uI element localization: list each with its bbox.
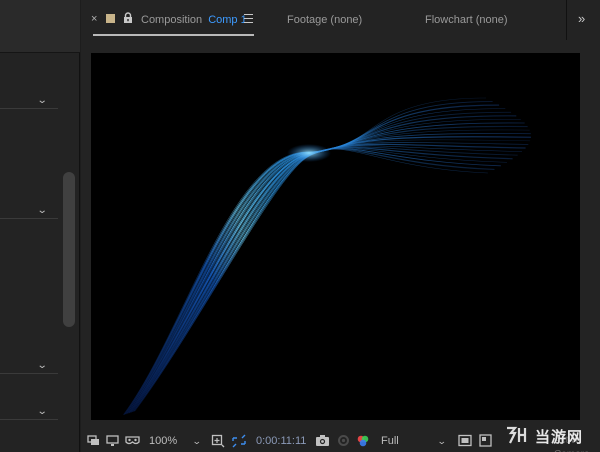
streak-highlight: [287, 144, 331, 162]
streak-line: [127, 129, 530, 414]
watermark-text: 当游网: [535, 429, 584, 446]
transparency-grid-icon[interactable]: [231, 434, 247, 448]
zoom-value: 100%: [149, 435, 178, 447]
chevron-down-icon[interactable]: ⌄: [36, 205, 47, 216]
streak-line: [125, 115, 517, 415]
chevron-down-icon[interactable]: ⌄: [192, 434, 202, 448]
property-dropdown-2[interactable]: ⌄: [0, 205, 58, 219]
color-channel-icon[interactable]: [356, 434, 370, 448]
grid-guide-icon[interactable]: [479, 434, 492, 448]
streak-line: [127, 125, 528, 414]
tab-divider: [566, 0, 567, 40]
scrollbar-thumb[interactable]: [63, 172, 75, 327]
chevron-down-icon[interactable]: ⌄: [36, 360, 47, 371]
streak-line: [128, 132, 531, 414]
region-of-interest-icon[interactable]: [211, 434, 225, 448]
streak-line: [131, 145, 523, 413]
chevron-down-icon[interactable]: ⌄: [437, 434, 447, 448]
streak-line: [133, 148, 495, 412]
chevron-down-icon[interactable]: ⌄: [36, 406, 47, 417]
always-preview-icon[interactable]: [87, 434, 100, 448]
streak-lines: [122, 97, 531, 416]
lock-icon[interactable]: [123, 12, 133, 24]
hamburger-icon[interactable]: [244, 14, 253, 23]
streak-line: [130, 143, 526, 413]
left-panel-header: [0, 0, 80, 53]
tab-composition-prefix: Composition: [141, 14, 203, 26]
streak-line: [134, 148, 488, 412]
property-dropdown-1[interactable]: ⌄: [0, 95, 58, 109]
tab-footage[interactable]: Footage (none): [287, 12, 362, 28]
more-panels-icon[interactable]: »: [578, 11, 585, 26]
property-dropdown-3[interactable]: ⌄: [0, 360, 58, 374]
current-time-display[interactable]: 0:00:11:11: [256, 434, 306, 448]
tab-flowchart[interactable]: Flowchart (none): [425, 12, 508, 28]
chevron-down-icon[interactable]: ⌄: [36, 95, 47, 106]
snapshot-icon[interactable]: [315, 434, 330, 448]
mask-view-icon[interactable]: [125, 434, 140, 448]
streak-line: [130, 142, 529, 413]
tab-composition-name: Comp 1: [208, 14, 247, 26]
property-dropdown-4[interactable]: ⌄: [0, 406, 58, 420]
composition-canvas[interactable]: [91, 53, 580, 420]
streak-line: [128, 136, 531, 414]
streak-line: [129, 139, 531, 413]
resolution-dropdown[interactable]: Full: [381, 434, 399, 448]
active-tab-indicator: [93, 34, 254, 36]
tab-composition[interactable]: Composition Comp 1: [141, 12, 247, 28]
streak-line: [131, 146, 518, 413]
streak-line: [126, 122, 525, 414]
streak-line: [133, 147, 507, 412]
left-panel: ⌄ ⌄ ⌄ ⌄: [0, 0, 80, 452]
fast-preview-icon[interactable]: [458, 434, 472, 448]
monitor-icon[interactable]: [106, 434, 119, 448]
show-snapshot-icon[interactable]: [336, 434, 351, 448]
composition-color-swatch: [106, 14, 115, 23]
streak-line: [132, 146, 513, 413]
zoom-dropdown[interactable]: 100%: [149, 434, 177, 448]
light-streaks-graphic: [122, 97, 531, 416]
close-tab-icon[interactable]: ×: [91, 13, 97, 25]
resolution-value: Full: [381, 435, 399, 447]
streak-line: [133, 148, 501, 412]
